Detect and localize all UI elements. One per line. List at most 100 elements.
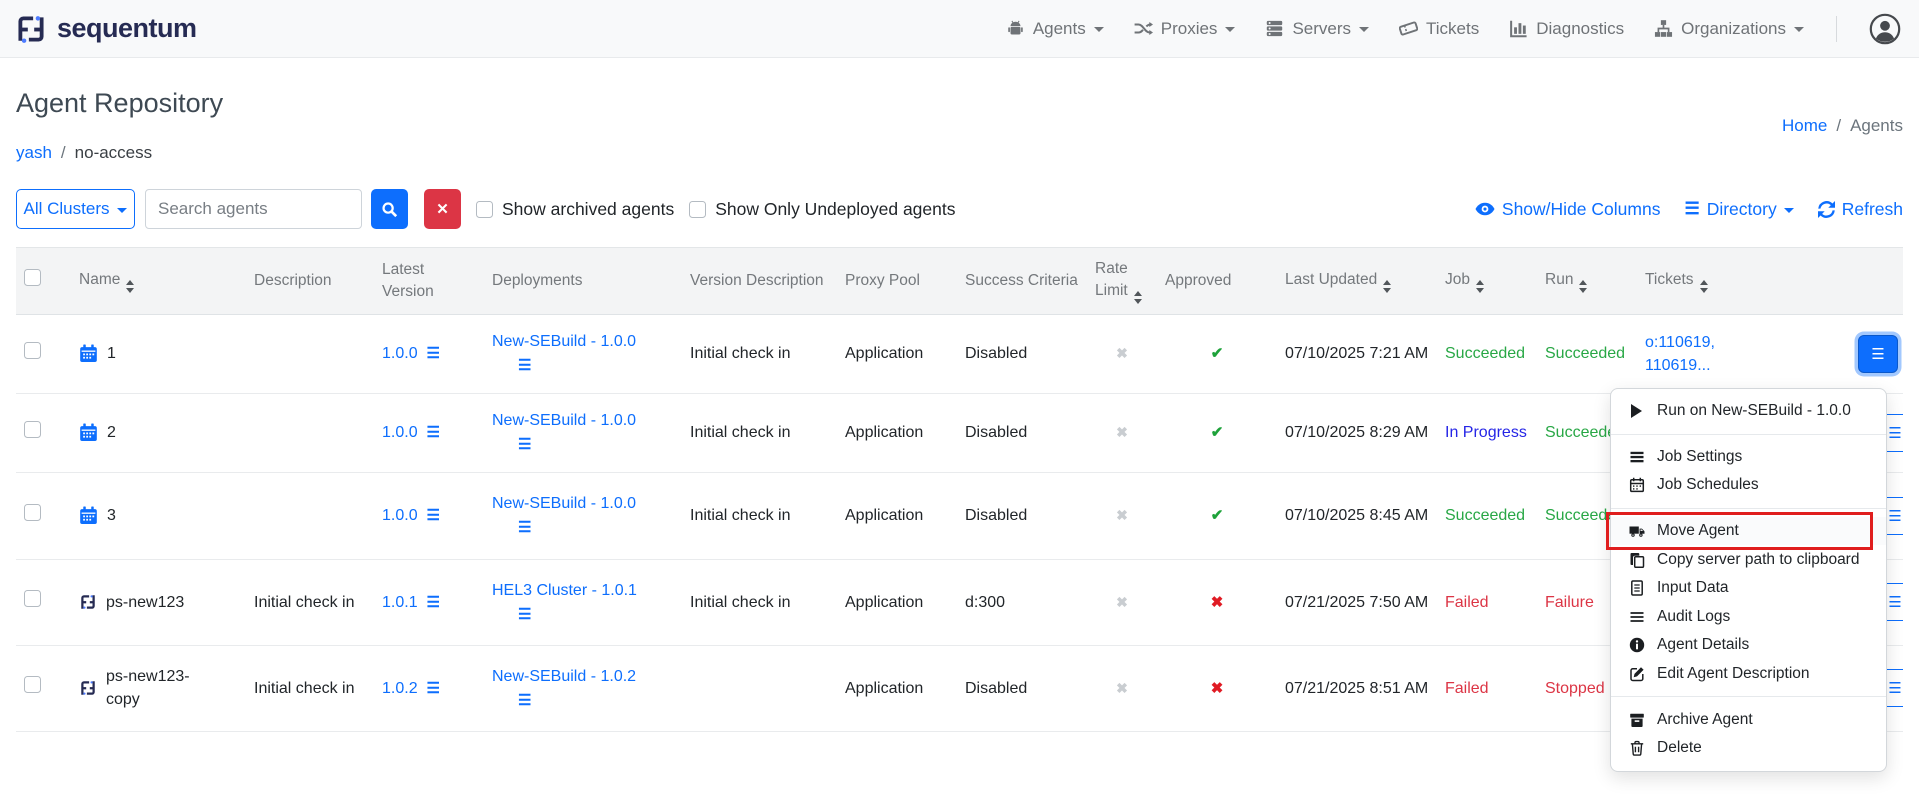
column-header-rate-limit[interactable]: Rate Limit <box>1087 248 1157 315</box>
row-checkbox[interactable] <box>24 421 41 438</box>
brand-logo[interactable]: sequentum <box>14 12 197 46</box>
sort-icon <box>126 280 134 293</box>
edit-icon <box>1628 666 1645 682</box>
show-undeployed-checkbox[interactable] <box>689 201 706 218</box>
not-approved-icon <box>1211 680 1224 697</box>
version-link[interactable]: 1.0.2 <box>382 680 418 697</box>
menu-item-run[interactable]: Run on New-SEBuild - 1.0.0 <box>1611 397 1886 426</box>
sequentum-agent-icon <box>79 593 97 611</box>
sort-icon <box>1476 280 1484 293</box>
approved-check-icon <box>1211 345 1224 362</box>
show-archived-checkbox[interactable] <box>476 201 493 218</box>
toolbar: All Clusters Show archived agents Show O… <box>16 189 1903 229</box>
nav-item-organizations[interactable]: Organizations <box>1654 19 1804 39</box>
clear-search-button[interactable] <box>424 189 461 229</box>
proxy-pool: Application <box>837 559 957 645</box>
list-icon <box>1628 609 1645 625</box>
column-header-name[interactable]: Name <box>71 248 246 315</box>
deployment-link[interactable]: New-SEBuild - 1.0.0 <box>492 495 636 512</box>
search-button[interactable] <box>371 189 408 229</box>
hamburger-icon <box>1888 679 1901 697</box>
row-checkbox[interactable] <box>24 676 41 693</box>
folder-parent-link[interactable]: yash <box>16 143 52 163</box>
play-icon <box>1628 404 1645 418</box>
brand-name: sequentum <box>57 13 197 44</box>
version-menu-icon[interactable] <box>426 345 439 362</box>
nav-item-agents[interactable]: Agents <box>1006 19 1104 39</box>
page-title: Agent Repository <box>16 88 1903 119</box>
nav-item-proxies[interactable]: Proxies <box>1134 19 1236 39</box>
caret-down-icon <box>1359 27 1369 32</box>
deployment-menu-icon[interactable] <box>518 690 531 712</box>
caret-down-icon <box>1094 27 1104 32</box>
cluster-filter-dropdown[interactable]: All Clusters <box>16 189 135 229</box>
success-criteria: d:300 <box>957 559 1087 645</box>
menu-item-delete[interactable]: Delete <box>1611 734 1886 763</box>
eye-icon <box>1475 199 1495 219</box>
search-input[interactable] <box>145 189 362 229</box>
version-menu-icon[interactable] <box>426 507 439 524</box>
tickets-link[interactable]: o:110619, 110619... <box>1645 331 1753 377</box>
not-approved-icon <box>1211 594 1224 611</box>
sequentum-logo-icon <box>14 12 48 46</box>
show-archived-group: Show archived agents <box>476 199 674 220</box>
deployment-menu-icon[interactable] <box>518 355 531 377</box>
version-link[interactable]: 1.0.1 <box>382 594 418 611</box>
version-menu-icon[interactable] <box>426 424 439 441</box>
success-criteria: Disabled <box>957 314 1087 393</box>
ticket-icon <box>1399 19 1418 38</box>
column-header-run[interactable]: Run <box>1537 248 1637 315</box>
deployment-menu-icon[interactable] <box>518 604 531 626</box>
row-checkbox[interactable] <box>24 342 41 359</box>
deployment-menu-icon[interactable] <box>518 434 531 456</box>
menu-item-move-agent[interactable]: Move Agent <box>1611 517 1886 546</box>
nav-item-servers[interactable]: Servers <box>1265 19 1369 39</box>
deployment-menu-icon[interactable] <box>518 517 531 539</box>
sequentum-agent-icon <box>79 679 97 697</box>
sort-icon <box>1383 280 1391 293</box>
caret-down-icon <box>117 208 127 213</box>
version-link[interactable]: 1.0.0 <box>382 345 418 362</box>
version-link[interactable]: 1.0.0 <box>382 424 418 441</box>
show-hide-columns-button[interactable]: Show/Hide Columns <box>1475 199 1661 220</box>
version-menu-icon[interactable] <box>426 594 439 611</box>
refresh-button[interactable]: Refresh <box>1818 199 1903 220</box>
nav-item-tickets[interactable]: Tickets <box>1399 19 1479 39</box>
breadcrumb-home-link[interactable]: Home <box>1782 116 1827 136</box>
job-status: Succeeded <box>1437 314 1537 393</box>
directory-dropdown[interactable]: Directory <box>1684 199 1793 220</box>
version-menu-icon[interactable] <box>426 680 439 697</box>
column-header-job[interactable]: Job <box>1437 248 1537 315</box>
deployment-link[interactable]: New-SEBuild - 1.0.2 <box>492 668 636 685</box>
column-header-tickets[interactable]: Tickets <box>1637 248 1822 315</box>
user-avatar-icon[interactable] <box>1869 13 1901 45</box>
deployment-link[interactable]: New-SEBuild - 1.0.0 <box>492 333 636 350</box>
agent-description <box>246 393 374 472</box>
version-link[interactable]: 1.0.0 <box>382 507 418 524</box>
deployment-link[interactable]: HEL3 Cluster - 1.0.1 <box>492 582 637 599</box>
row-checkbox[interactable] <box>24 504 41 521</box>
column-header-description: Description <box>246 248 374 315</box>
nav-item-diagnostics[interactable]: Diagnostics <box>1509 19 1624 39</box>
show-undeployed-group: Show Only Undeployed agents <box>689 199 955 220</box>
calendar-icon <box>79 344 98 363</box>
bars-icon <box>1628 449 1645 465</box>
menu-item-input-data[interactable]: Input Data <box>1611 574 1886 603</box>
menu-item-copy-server-path[interactable]: Copy server path to clipboard <box>1611 545 1886 574</box>
menu-item-job-settings[interactable]: Job Settings <box>1611 443 1886 472</box>
column-header-last-updated[interactable]: Last Updated <box>1277 248 1437 315</box>
menu-item-agent-details[interactable]: Agent Details <box>1611 631 1886 660</box>
folder-path: yash / no-access <box>16 143 1903 163</box>
success-criteria: Disabled <box>957 645 1087 731</box>
caret-down-icon <box>1225 27 1235 32</box>
deployment-link[interactable]: New-SEBuild - 1.0.0 <box>492 412 636 429</box>
select-all-checkbox[interactable] <box>24 269 41 286</box>
menu-item-audit-logs[interactable]: Audit Logs <box>1611 603 1886 632</box>
menu-item-job-schedules[interactable]: Job Schedules <box>1611 471 1886 500</box>
row-checkbox[interactable] <box>24 590 41 607</box>
menu-item-archive-agent[interactable]: Archive Agent <box>1611 705 1886 734</box>
row-actions-button[interactable] <box>1858 335 1898 373</box>
menu-item-edit-agent-description[interactable]: Edit Agent Description <box>1611 660 1886 689</box>
job-status: In Progress <box>1437 393 1537 472</box>
sitemap-icon <box>1654 19 1673 38</box>
